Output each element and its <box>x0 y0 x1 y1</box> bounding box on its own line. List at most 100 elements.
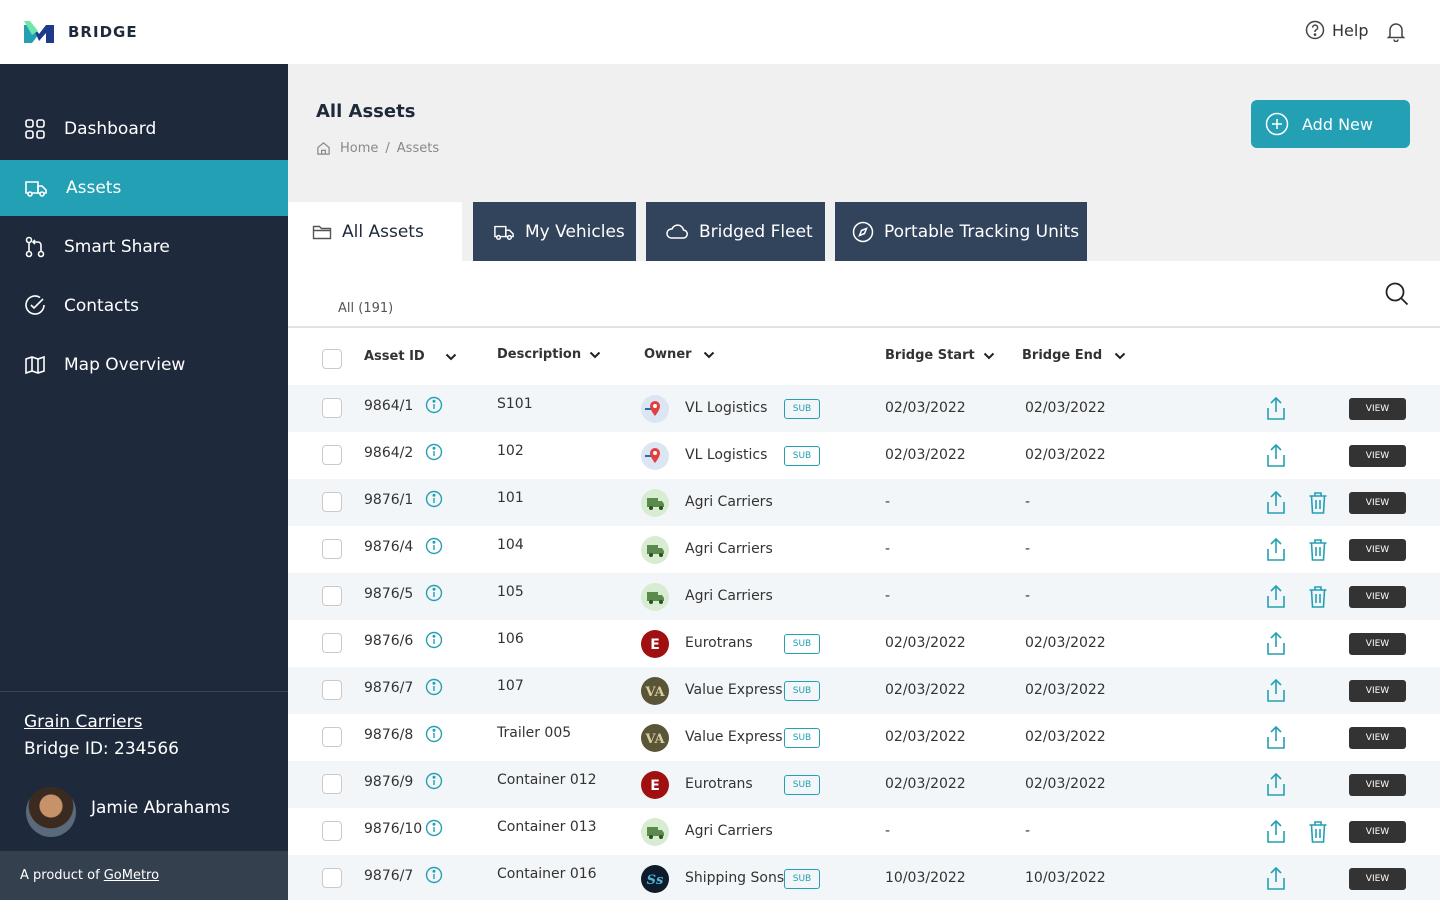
sidebar-item-smart-share[interactable]: Smart Share <box>0 219 288 275</box>
share-icon[interactable] <box>1265 537 1287 567</box>
view-button[interactable]: VIEW <box>1349 492 1406 514</box>
description-cell: 106 <box>497 631 524 647</box>
row-checkbox[interactable] <box>322 445 342 465</box>
view-button[interactable]: VIEW <box>1349 680 1406 702</box>
row-checkbox[interactable] <box>322 774 342 794</box>
column-header-description[interactable]: Description <box>497 347 601 362</box>
row-checkbox[interactable] <box>322 492 342 512</box>
page-title: All Assets <box>316 101 416 122</box>
select-all-checkbox[interactable] <box>322 349 342 369</box>
table-row[interactable]: 9876/9 Container 012 E Eurotrans SUB 02/03/20… <box>288 761 1440 808</box>
info-icon[interactable] <box>425 819 443 841</box>
table-row[interactable]: 9876/1 101 Agri Carriers - - VIEW <box>288 479 1440 526</box>
share-icon[interactable] <box>1265 584 1287 614</box>
share-icon[interactable] <box>1265 631 1287 661</box>
tab-bridged-fleet[interactable]: Bridged Fleet <box>646 202 825 261</box>
table-row[interactable]: 9876/5 105 Agri Carriers - - VIEW <box>288 573 1440 620</box>
delete-icon[interactable] <box>1308 491 1328 519</box>
view-button[interactable]: VIEW <box>1349 398 1406 420</box>
share-icon[interactable] <box>1265 725 1287 755</box>
table-row[interactable]: 9864/1 S101 VL Logistics SUB 02/03/2022 02/03… <box>288 385 1440 432</box>
info-icon[interactable] <box>425 584 443 606</box>
view-button[interactable]: VIEW <box>1349 539 1406 561</box>
row-checkbox[interactable] <box>322 727 342 747</box>
share-icon[interactable] <box>1265 396 1287 426</box>
help-label: Help <box>1332 20 1369 40</box>
table-row[interactable]: 9876/7 107 VA Value Express SUB 02/03/2022 02/… <box>288 667 1440 714</box>
row-checkbox[interactable] <box>322 633 342 653</box>
column-header-owner[interactable]: Owner <box>644 347 715 362</box>
tab-my-vehicles[interactable]: My Vehicles <box>473 202 636 261</box>
notifications-button[interactable] <box>1385 20 1407 46</box>
search-button[interactable] <box>1384 281 1410 311</box>
sub-badge: SUB <box>784 775 820 795</box>
view-button[interactable]: VIEW <box>1349 586 1406 608</box>
table-row[interactable]: 9876/4 104 Agri Carriers - - VIEW <box>288 526 1440 573</box>
share-icon[interactable] <box>1265 819 1287 849</box>
tab-portable-tracking-units[interactable]: Portable Tracking Units <box>835 202 1087 261</box>
row-checkbox[interactable] <box>322 586 342 606</box>
view-button[interactable]: VIEW <box>1349 445 1406 467</box>
info-icon[interactable] <box>425 537 443 559</box>
tab-all-assets[interactable]: All Assets <box>288 202 462 261</box>
svg-text:E: E <box>650 637 660 653</box>
info-icon[interactable] <box>425 772 443 794</box>
info-icon[interactable] <box>425 396 443 418</box>
view-button[interactable]: VIEW <box>1349 727 1406 749</box>
info-icon[interactable] <box>425 443 443 465</box>
sidebar-item-contacts[interactable]: Contacts <box>0 278 288 334</box>
asset-id-cell: 9876/9 <box>364 774 414 790</box>
owner-cell: Agri Carriers <box>685 588 773 604</box>
delete-icon[interactable] <box>1308 538 1328 566</box>
breadcrumb-home[interactable]: Home <box>340 141 378 156</box>
help-button[interactable]: Help <box>1305 20 1368 40</box>
org-name-link[interactable]: Grain Carriers <box>24 712 142 732</box>
delete-icon[interactable] <box>1308 585 1328 613</box>
row-checkbox[interactable] <box>322 539 342 559</box>
table-row[interactable]: 9864/2 102 VL Logistics SUB 02/03/2022 02/03/… <box>288 432 1440 479</box>
info-icon[interactable] <box>425 631 443 653</box>
column-header-bridge-start[interactable]: Bridge Start <box>885 348 995 363</box>
table-row[interactable]: 9876/6 106 E Eurotrans SUB 02/03/2022 02/03/20… <box>288 620 1440 667</box>
view-button[interactable]: VIEW <box>1349 633 1406 655</box>
info-icon[interactable] <box>425 725 443 747</box>
chevron-down-icon <box>983 352 994 359</box>
avatar[interactable] <box>26 787 76 837</box>
add-new-button[interactable]: Add New <box>1251 100 1410 148</box>
share-icon[interactable] <box>1265 678 1287 708</box>
share-icon[interactable] <box>1265 490 1287 520</box>
owner-cell: Value Express <box>685 682 783 698</box>
home-icon[interactable] <box>316 141 331 156</box>
app-logo[interactable]: BRIDGE <box>24 21 138 43</box>
info-icon[interactable] <box>425 678 443 700</box>
share-icon[interactable] <box>1265 443 1287 473</box>
sidebar-item-assets[interactable]: Assets <box>0 160 288 216</box>
asset-id-cell: 9876/10 <box>364 821 423 837</box>
sidebar-item-dashboard[interactable]: Dashboard <box>0 101 288 157</box>
share-icon[interactable] <box>1265 772 1287 802</box>
row-checkbox[interactable] <box>322 868 342 888</box>
row-checkbox[interactable] <box>322 398 342 418</box>
owner-cell: Value Express <box>685 729 783 745</box>
info-icon[interactable] <box>425 490 443 512</box>
column-header-bridge-end[interactable]: Bridge End <box>1022 348 1126 363</box>
view-button[interactable]: VIEW <box>1349 821 1406 843</box>
filter-all[interactable]: All (191) <box>338 301 393 316</box>
table-row[interactable]: 9876/7 Container 016 Ss Shipping Sons SUB 10/… <box>288 855 1440 900</box>
info-icon[interactable] <box>425 866 443 888</box>
tab-label: Portable Tracking Units <box>884 221 1080 242</box>
delete-icon[interactable] <box>1308 820 1328 848</box>
view-button[interactable]: VIEW <box>1349 774 1406 796</box>
asset-id-cell: 9876/1 <box>364 492 414 508</box>
owner-cell: Eurotrans <box>685 635 753 651</box>
sidebar-item-map-overview[interactable]: Map Overview <box>0 337 288 393</box>
table-row[interactable]: 9876/10 Container 013 Agri Carriers - - VIEW <box>288 808 1440 855</box>
table-row[interactable]: 9876/8 Trailer 005 VA Value Express SUB 02/03… <box>288 714 1440 761</box>
gometro-link[interactable]: GoMetro <box>104 868 159 883</box>
view-button[interactable]: VIEW <box>1349 868 1406 890</box>
column-header-asset-id[interactable]: Asset ID <box>364 349 457 364</box>
row-checkbox[interactable] <box>322 821 342 841</box>
cloud-icon <box>666 223 688 239</box>
row-checkbox[interactable] <box>322 680 342 700</box>
share-icon[interactable] <box>1265 866 1287 896</box>
